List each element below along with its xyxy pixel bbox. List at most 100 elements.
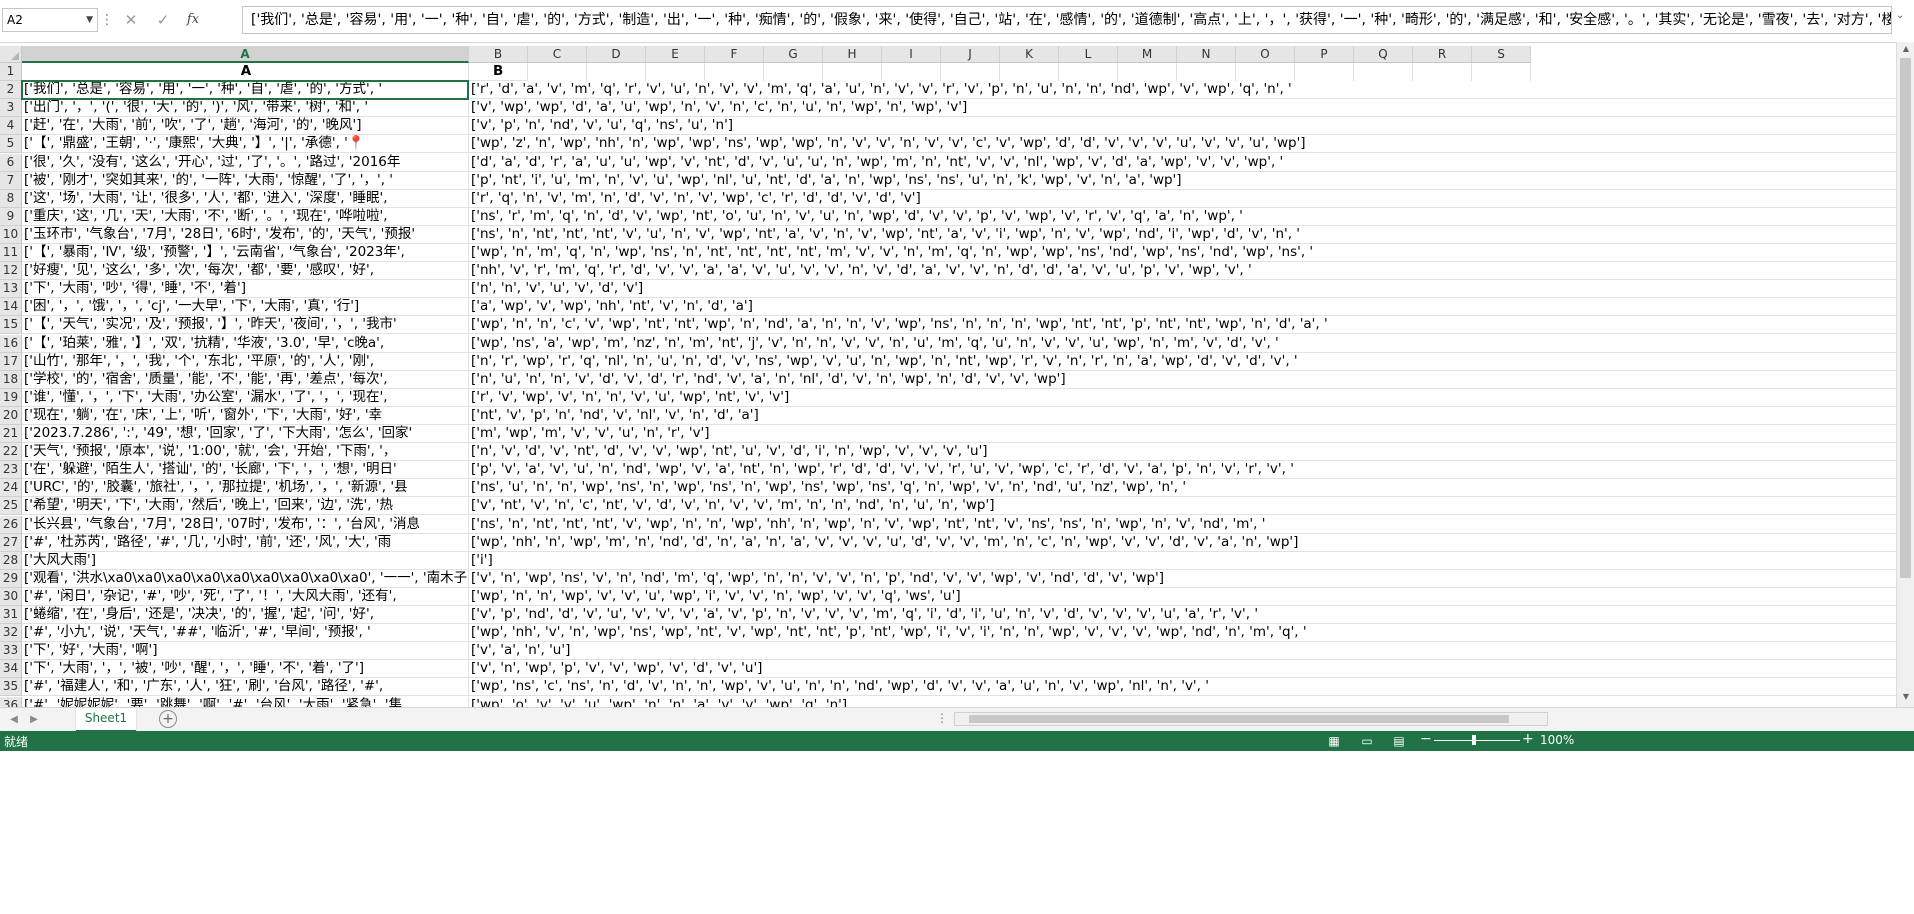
cell-b[interactable]: ['ns', 'n', 'nt', 'nt', 'nt', 'v', 'u', …: [469, 226, 1896, 244]
cell-a[interactable]: ['学校', '的', '宿舍', '质量', '能', '不', '能', '…: [22, 370, 469, 389]
column-header-n[interactable]: N: [1177, 46, 1236, 63]
cell-a[interactable]: ['观看', '洪水\xa0\xa0\xa0\xa0\xa0\xa0\xa0\x…: [22, 569, 469, 588]
scroll-down-icon[interactable]: ▼: [1897, 692, 1914, 701]
column-header-h[interactable]: H: [823, 46, 882, 63]
cell-a[interactable]: ['谁', '懂', '，', '下', '大雨', '办公室', '漏水', …: [22, 388, 469, 407]
cell-b[interactable]: ['p', 'v', 'a', 'v', 'u', 'n', 'nd', 'wp…: [469, 461, 1896, 480]
cell-a[interactable]: ['希望', '明天', '下', '大雨', '然后', '晚上', '回来'…: [22, 497, 469, 516]
cell-a[interactable]: ['山竹', '那年', '，', '我', '个', '东北', '平原', …: [22, 352, 469, 371]
cell-a[interactable]: ['下', '大雨', '吵', '得', '睡', '不', '着']: [22, 280, 469, 299]
cell-a[interactable]: ['我们', '总是', '容易', '用', '一', '种', '自', '…: [22, 81, 469, 100]
column-header-j[interactable]: J: [941, 46, 1000, 63]
cell-b[interactable]: ['wp', 'ns', 'a', 'wp', 'm', 'nz', 'n', …: [469, 335, 1896, 353]
cell-a[interactable]: ['长兴县', '气象台', '7月', '28日', '07时', '发布',…: [22, 515, 469, 534]
zoom-slider-track[interactable]: [1434, 740, 1520, 741]
cell-b[interactable]: ['n', 'v', 'd', 'v', 'nt', 'd', 'v', 'v'…: [469, 443, 1896, 462]
row-header[interactable]: 1: [0, 63, 22, 82]
formula-input[interactable]: ['我们', '总是', '容易', '用', '一', '种', '自', '…: [242, 6, 1892, 34]
row-header[interactable]: 18: [0, 370, 22, 389]
cell-a[interactable]: ['大风大雨']: [22, 551, 469, 570]
cell-b[interactable]: ['m', 'wp', 'm', 'v', 'v', 'u', 'n', 'r'…: [469, 425, 1896, 443]
cell-b[interactable]: ['v', 'p', 'nd', 'd', 'v', 'u', 'v', 'v'…: [469, 606, 1896, 624]
cell-b[interactable]: ['r', 'q', 'n', 'v', 'm', 'n', 'd', 'v',…: [469, 190, 1896, 208]
tab-splitter-icon[interactable]: ⋮: [936, 711, 948, 725]
add-sheet-icon[interactable]: +: [159, 710, 177, 728]
page-break-icon[interactable]: ▤: [1390, 733, 1408, 749]
normal-view-icon[interactable]: ▦: [1325, 733, 1343, 749]
cell-b[interactable]: ['r', 'd', 'a', 'v', 'm', 'q', 'r', 'v',…: [469, 81, 1896, 100]
row-header[interactable]: 20: [0, 406, 22, 425]
row-header[interactable]: 16: [0, 334, 22, 353]
row-header[interactable]: 19: [0, 388, 22, 407]
cell-b[interactable]: ['wp', 'ns', 'c', 'ns', 'n', 'd', 'v', '…: [469, 678, 1896, 697]
row-header[interactable]: 29: [0, 569, 22, 588]
row-header[interactable]: 9: [0, 207, 22, 226]
row-header[interactable]: 21: [0, 425, 22, 444]
cell-b[interactable]: ['a', 'wp', 'v', 'wp', 'nh', 'nt', 'v', …: [469, 298, 1896, 317]
select-all-corner[interactable]: [0, 46, 22, 63]
cell-a[interactable]: ['在', '躲避', '陌生人', '搭讪', '的', '长廊', '下',…: [22, 461, 469, 480]
row-header[interactable]: 32: [0, 624, 22, 643]
zoom-out-button[interactable]: −: [1420, 731, 1432, 747]
cell-b[interactable]: ['v', 'wp', 'wp', 'd', 'a', 'u', 'wp', '…: [469, 99, 1896, 118]
cell-a[interactable]: ['【', '天气', '实况', '及', '预报', '】', '昨天', …: [22, 316, 469, 335]
row-header[interactable]: 26: [0, 515, 22, 534]
cell-b[interactable]: ['r', 'v', 'wp', 'v', 'n', 'n', 'v', 'u'…: [469, 389, 1896, 407]
horizontal-scrollbar[interactable]: [954, 712, 1548, 726]
row-header[interactable]: 17: [0, 352, 22, 371]
cell-a[interactable]: ['下', '好', '大雨', '啊']: [22, 642, 469, 661]
cell-a[interactable]: ['【', '暴雨', 'Ⅳ', '级', '预警', '】', '云南省', …: [22, 244, 469, 262]
cell-a[interactable]: ['天气', '预报', '原本', '说', '1:00', '就', '会'…: [22, 443, 469, 462]
row-header[interactable]: 5: [0, 135, 22, 154]
cell-a[interactable]: ['很', '久', '没有', '这么', '开心', '过', '了', '…: [22, 153, 469, 172]
cell-b[interactable]: ['p', 'nt', 'i', 'u', 'm', 'n', 'v', 'u'…: [469, 172, 1896, 190]
row-header[interactable]: 31: [0, 606, 22, 625]
cell-b[interactable]: ['n', 'r', 'wp', 'r', 'q', 'nl', 'n', 'u…: [469, 353, 1896, 371]
column-header-c[interactable]: C: [528, 46, 587, 63]
column-header-q[interactable]: Q: [1354, 46, 1413, 63]
confirm-icon[interactable]: ✓: [150, 8, 176, 32]
row-header[interactable]: 14: [0, 298, 22, 317]
cell-b[interactable]: ['n', 'n', 'v', 'u', 'v', 'd', 'v']: [469, 280, 1896, 299]
cell-a[interactable]: ['现在', '躺', '在', '床', '上', '听', '窗外', '下…: [22, 406, 469, 425]
row-header[interactable]: 28: [0, 551, 22, 570]
row-header[interactable]: 25: [0, 497, 22, 516]
column-header-g[interactable]: G: [764, 46, 823, 63]
row-header[interactable]: 11: [0, 244, 22, 263]
row-header[interactable]: 24: [0, 479, 22, 498]
cell-a[interactable]: ['困', '，', '饿', '，', 'cj', '一大早', '下', '…: [22, 298, 469, 317]
row-header[interactable]: 23: [0, 461, 22, 480]
column-header-k[interactable]: K: [1000, 46, 1059, 63]
dropdown-arrow-icon[interactable]: ▼: [86, 9, 93, 31]
cell-a[interactable]: ['重庆', '这', '几', '天', '大雨', '不', '断', '。…: [22, 207, 469, 226]
horizontal-scroll-thumb[interactable]: [969, 715, 1509, 723]
cell-b[interactable]: ['wp', 'n', 'n', 'wp', 'v', 'v', 'u', 'w…: [469, 588, 1896, 606]
zoom-in-button[interactable]: +: [1522, 731, 1534, 747]
cell-b[interactable]: ['v', 'nt', 'v', 'n', 'c', 'nt', 'v', 'd…: [469, 497, 1896, 516]
row-header[interactable]: 30: [0, 587, 22, 606]
row-header[interactable]: 10: [0, 225, 22, 244]
cell-b[interactable]: ['nt', 'v', 'p', 'n', 'nd', 'v', 'nl', '…: [469, 407, 1896, 425]
cell-b[interactable]: ['v', 'n', 'wp', 'p', 'v', 'v', 'wp', 'v…: [469, 660, 1896, 679]
page-layout-icon[interactable]: ▭: [1358, 733, 1376, 749]
row-header[interactable]: 13: [0, 280, 22, 299]
cell-a[interactable]: ['【', '鼎盛', '王朝', '·', '康熙', '大典', '】', …: [22, 135, 469, 154]
cell-a[interactable]: ['2023.7.286', ':', '49', '想', '回家', '了'…: [22, 425, 469, 443]
cell-b[interactable]: ['wp', 'n', 'n', 'c', 'v', 'wp', 'nt', '…: [469, 316, 1896, 335]
row-header[interactable]: 34: [0, 660, 22, 679]
column-header-l[interactable]: L: [1059, 46, 1118, 63]
cell-b[interactable]: ['wp', 'nh', 'v', 'n', 'wp', 'ns', 'wp',…: [469, 624, 1896, 643]
cancel-icon[interactable]: ✕: [118, 8, 144, 32]
cell-b[interactable]: ['wp', 'z', 'n', 'wp', 'nh', 'n', 'wp', …: [469, 135, 1896, 154]
cell-a[interactable]: ['下', '大雨', '，', '被', '吵', '醒', '，', '睡'…: [22, 660, 469, 679]
row-header[interactable]: 22: [0, 443, 22, 462]
row-header[interactable]: 2: [0, 81, 22, 100]
column-header-p[interactable]: P: [1295, 46, 1354, 63]
column-header-s[interactable]: S: [1472, 46, 1531, 63]
column-header-r[interactable]: R: [1413, 46, 1472, 63]
zoom-slider-thumb[interactable]: [1472, 735, 1476, 745]
cell-b[interactable]: ['v', 'a', 'n', 'u']: [469, 642, 1896, 661]
cell-a[interactable]: ['#', '杜苏芮', '路径', '#', '几', '小时', '前', …: [22, 533, 469, 552]
row-header[interactable]: 27: [0, 533, 22, 552]
cell-a[interactable]: ['【', '珀莱', '雅', '】', '双', '抗精', '华液', '…: [22, 334, 469, 353]
